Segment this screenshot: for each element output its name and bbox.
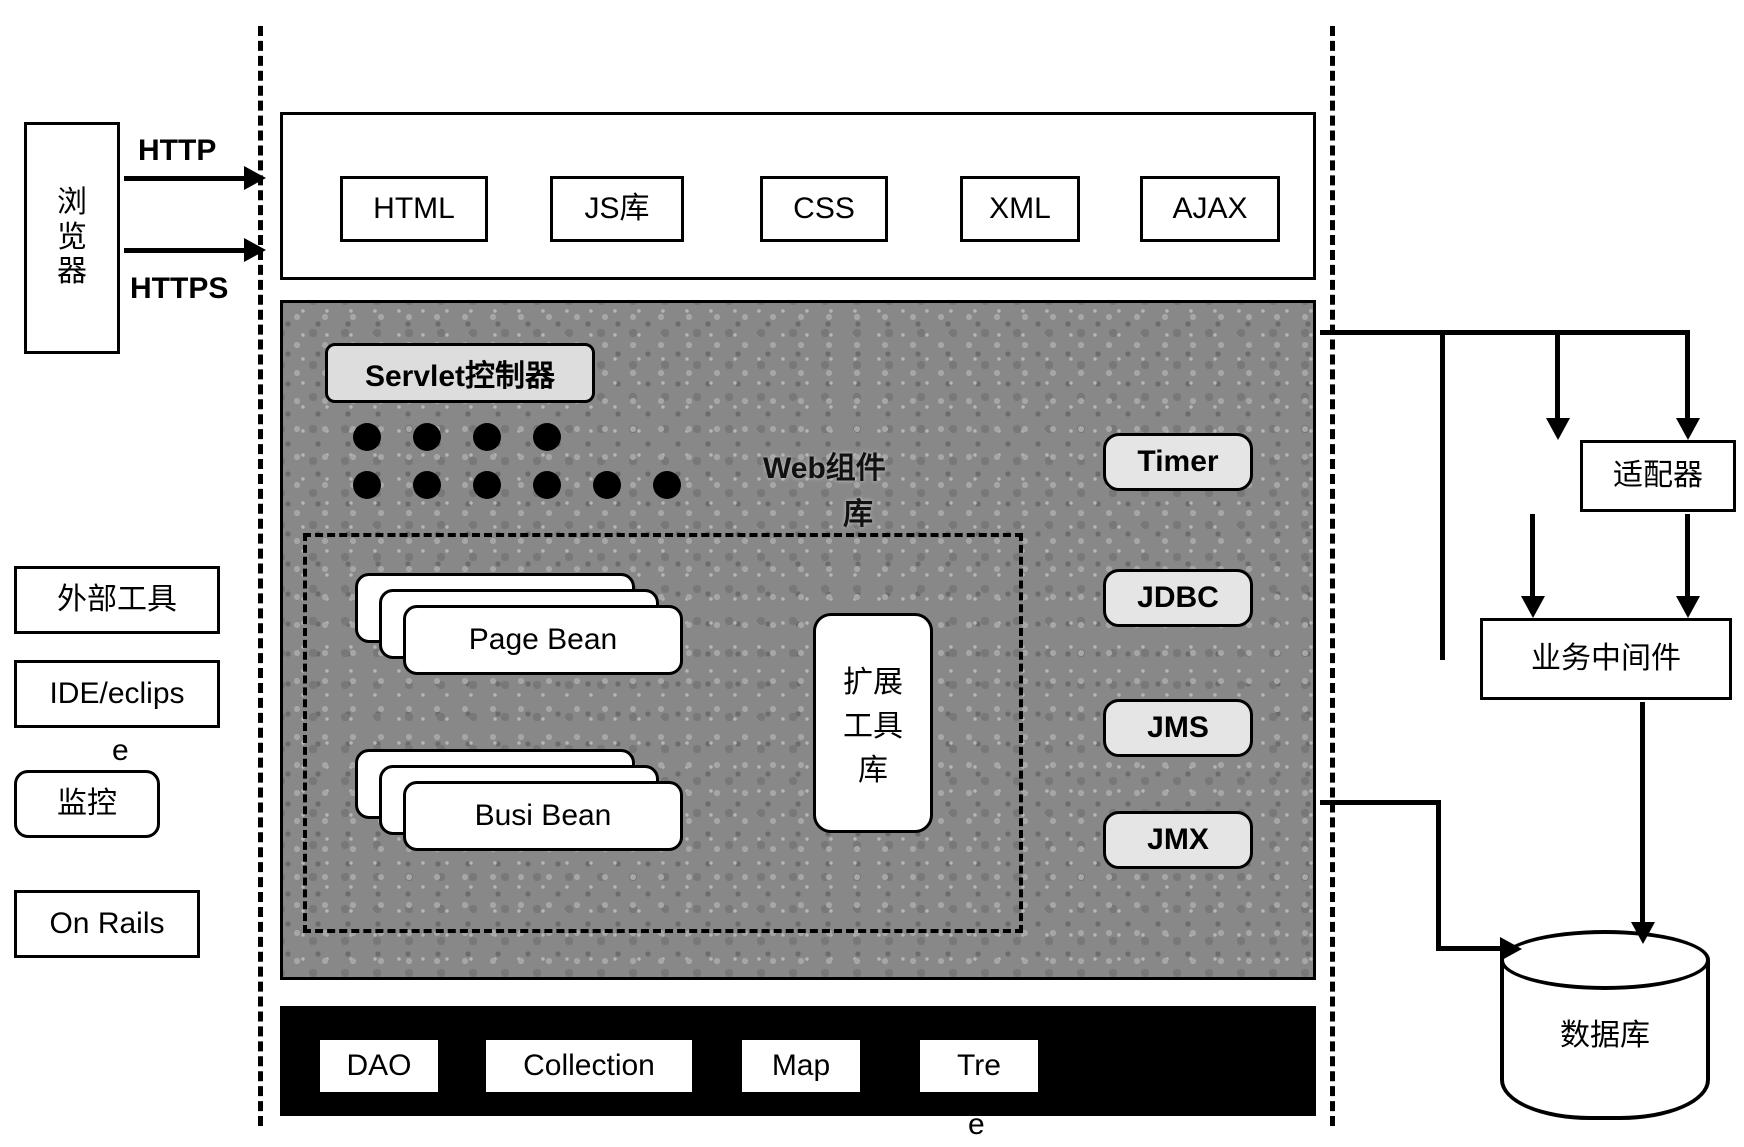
top-item-css: CSS (760, 176, 888, 242)
top-item-js: JS库 (550, 176, 684, 242)
dot-7 (473, 471, 501, 499)
dot-3 (473, 423, 501, 451)
ext-tool-lib-label: 扩展 工具 库 (843, 657, 903, 789)
top-item-xml: XML (960, 176, 1080, 242)
to-adapter-head2 (1546, 418, 1570, 440)
dot-1 (353, 423, 381, 451)
right-boundary-dashed (1330, 26, 1335, 1126)
bottom-tre-label: Tre (957, 1049, 1001, 1083)
mid-to-db-head (1500, 937, 1522, 961)
dot-9 (593, 471, 621, 499)
right-top-h-to-adapter (1440, 330, 1690, 335)
https-arrow-head (244, 238, 266, 262)
ext-tools-label: 外部工具 (57, 583, 177, 618)
servlet-controller-label: Servlet控制器 (365, 351, 555, 395)
browser-box: 浏 览 器 (24, 122, 120, 354)
ide-box: IDE/eclips (14, 660, 220, 728)
http-arrow-head (244, 166, 266, 190)
proto-https-label: HTTPS (130, 272, 228, 306)
bottom-collection-label: Collection (523, 1049, 655, 1083)
page-bean-card: Page Bean (403, 605, 683, 675)
middle-server-block: Servlet控制器 Web组件 库 Page Bean Busi Bean (280, 300, 1316, 980)
https-arrow-line (124, 248, 246, 253)
mid-to-right-top-h (1320, 330, 1440, 335)
web-comp-title: Web组件 (763, 443, 886, 487)
to-adapter-v2 (1555, 330, 1560, 424)
web-comp-sub: 库 (843, 489, 873, 533)
busi-bean-card: Busi Bean (403, 781, 683, 851)
servlet-controller-box: Servlet控制器 (325, 343, 595, 403)
bottom-tre: Tre (920, 1040, 1038, 1092)
bottom-overflow-e: e (968, 1108, 985, 1142)
top-item-html: HTML (340, 176, 488, 242)
dot-5 (353, 471, 381, 499)
to-adapter-head (1676, 418, 1700, 440)
pill-jms-label: JMS (1147, 711, 1209, 745)
adapter-box: 适配器 (1580, 440, 1736, 512)
ext-tool-lib-box: 扩展 工具 库 (813, 613, 933, 833)
architecture-diagram: 浏 览 器 HTTP HTTPS 外部工具 IDE/eclips e 监控 On… (0, 0, 1744, 1147)
on-rails-label: On Rails (49, 907, 164, 942)
biz-to-db-head (1631, 922, 1655, 944)
ide-overflow-e: e (112, 734, 129, 768)
bottom-map-label: Map (772, 1049, 830, 1083)
pill-jmx: JMX (1103, 811, 1253, 869)
adapter-to-biz-head2 (1521, 596, 1545, 618)
bottom-map: Map (742, 1040, 860, 1092)
mid-to-db-h2 (1436, 946, 1506, 951)
right-split-v-left (1440, 330, 1445, 660)
top-item-html-label: HTML (373, 192, 455, 227)
dot-2 (413, 423, 441, 451)
on-rails-box: On Rails (14, 890, 200, 958)
to-adapter-v (1685, 330, 1690, 424)
monitor-box: 监控 (14, 770, 160, 838)
pill-jdbc: JDBC (1103, 569, 1253, 627)
busi-bean-label: Busi Bean (475, 799, 612, 833)
ide-label: IDE/eclips (49, 677, 184, 712)
dot-4 (533, 423, 561, 451)
biz-middleware-box: 业务中间件 (1480, 618, 1732, 700)
bottom-collection: Collection (486, 1040, 692, 1092)
top-item-xml-label: XML (989, 192, 1051, 227)
top-item-ajax: AJAX (1140, 176, 1280, 242)
http-arrow-line (124, 176, 246, 181)
pill-jms: JMS (1103, 699, 1253, 757)
pill-jmx-label: JMX (1147, 823, 1209, 857)
monitor-label: 监控 (57, 787, 117, 822)
proto-http-label: HTTP (138, 134, 216, 168)
adapter-to-biz-head (1676, 596, 1700, 618)
database-cylinder: 数据库 (1500, 930, 1710, 1120)
pill-jdbc-label: JDBC (1137, 581, 1219, 615)
adapter-to-biz-v (1685, 514, 1690, 602)
dot-10 (653, 471, 681, 499)
browser-label: 浏 览 器 (57, 186, 87, 290)
bottom-dao-label: DAO (346, 1049, 411, 1083)
top-item-ajax-label: AJAX (1172, 192, 1247, 227)
biz-middleware-label: 业务中间件 (1531, 642, 1681, 677)
ext-tools-box: 外部工具 (14, 566, 220, 634)
adapter-label: 适配器 (1613, 459, 1703, 494)
biz-to-db-v (1640, 702, 1645, 928)
top-item-css-label: CSS (793, 192, 855, 227)
dot-8 (533, 471, 561, 499)
left-boundary-dashed (258, 26, 263, 1126)
adapter-to-biz-v2 (1530, 514, 1535, 602)
database-label: 数据库 (1500, 1010, 1710, 1054)
top-item-js-label: JS库 (584, 192, 649, 227)
mid-to-db-v (1436, 800, 1441, 950)
dot-6 (413, 471, 441, 499)
page-bean-label: Page Bean (469, 623, 617, 657)
bottom-dao: DAO (320, 1040, 438, 1092)
pill-timer-label: Timer (1137, 445, 1218, 479)
mid-to-db-h (1320, 800, 1440, 805)
pill-timer: Timer (1103, 433, 1253, 491)
